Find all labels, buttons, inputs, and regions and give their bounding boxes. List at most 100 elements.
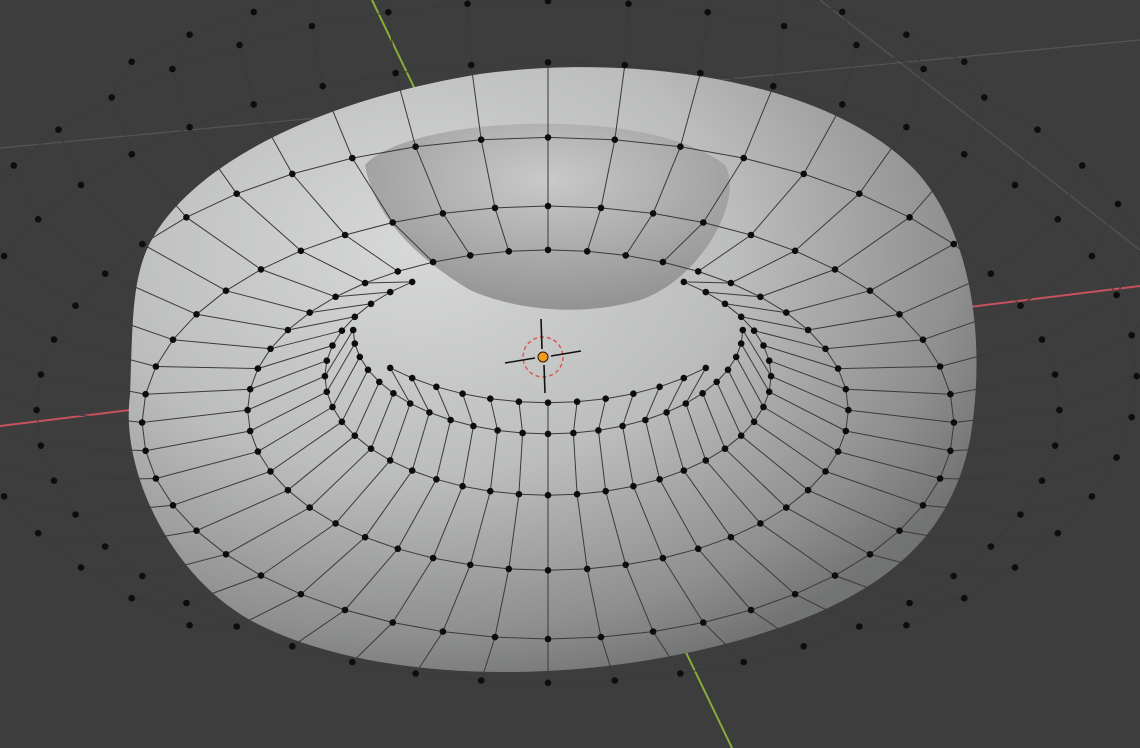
mesh-vertex[interactable] [757, 293, 764, 301]
mesh-vertex[interactable] [142, 447, 149, 455]
mesh-vertex[interactable] [747, 231, 755, 239]
mesh-vertex[interactable] [429, 258, 437, 266]
mesh-vertex[interactable] [630, 390, 637, 398]
mesh-vertex[interactable] [834, 365, 842, 372]
mesh-vertex[interactable] [72, 302, 79, 310]
mesh-vertex[interactable] [1088, 493, 1096, 500]
mesh-vertex[interactable] [702, 288, 710, 296]
mesh-vertex[interactable] [896, 527, 903, 534]
mesh-vertex[interactable] [906, 214, 913, 221]
mesh-vertex[interactable] [297, 590, 305, 598]
mesh-vertex[interactable] [108, 94, 115, 101]
mesh-vertex[interactable] [289, 643, 296, 650]
mesh-vertex[interactable] [682, 400, 690, 407]
mesh-vertex[interactable] [341, 231, 349, 239]
mesh-vertex[interactable] [332, 520, 339, 527]
mesh-vertex[interactable] [364, 366, 372, 374]
mesh-vertex[interactable] [625, 0, 632, 8]
mesh-vertex[interactable] [470, 422, 477, 430]
mesh-vertex[interactable] [386, 364, 394, 372]
mesh-vertex[interactable] [246, 385, 254, 393]
mesh-vertex[interactable] [700, 619, 707, 626]
mesh-vertex[interactable] [308, 22, 316, 30]
mesh-vertex[interactable] [791, 247, 799, 255]
mesh-vertex[interactable] [477, 677, 485, 684]
mesh-vertex[interactable] [1113, 291, 1120, 299]
mesh-vertex[interactable] [760, 403, 767, 411]
mesh-vertex[interactable] [866, 287, 874, 295]
mesh-vertex[interactable] [770, 82, 777, 90]
mesh-vertex[interactable] [338, 327, 346, 335]
mesh-vertex[interactable] [349, 326, 357, 334]
mesh-vertex[interactable] [250, 8, 257, 16]
mesh-vertex[interactable] [544, 246, 552, 254]
mesh-vertex[interactable] [246, 427, 254, 435]
mesh-vertex[interactable] [694, 545, 702, 553]
mesh-vertex[interactable] [447, 416, 454, 424]
mesh-vertex[interactable] [920, 65, 927, 73]
mesh-vertex[interactable] [697, 69, 704, 77]
mesh-vertex[interactable] [804, 326, 812, 334]
mesh-vertex[interactable] [680, 374, 688, 382]
mesh-vertex[interactable] [1034, 126, 1041, 133]
mesh-vertex[interactable] [464, 0, 471, 8]
mesh-vertex[interactable] [367, 445, 375, 453]
mesh-vertex[interactable] [1011, 181, 1019, 189]
mesh-vertex[interactable] [392, 69, 399, 77]
mesh-vertex[interactable] [459, 482, 466, 490]
mesh-vertex[interactable] [732, 353, 740, 361]
mesh-vertex[interactable] [961, 58, 968, 66]
mesh-vertex[interactable] [128, 58, 135, 66]
mesh-vertex[interactable] [459, 390, 466, 398]
mesh-vertex[interactable] [950, 419, 958, 426]
mesh-vertex[interactable] [1051, 442, 1059, 450]
mesh-vertex[interactable] [477, 136, 485, 143]
mesh-vertex[interactable] [267, 345, 274, 353]
mesh-vertex[interactable] [737, 432, 745, 440]
mesh-vertex[interactable] [757, 520, 764, 527]
3d-viewport[interactable] [0, 0, 1140, 748]
mesh-vertex[interactable] [426, 409, 433, 416]
mesh-vertex[interactable] [919, 502, 927, 509]
mesh-vertex[interactable] [34, 529, 42, 537]
mesh-vertex[interactable] [77, 564, 85, 571]
mesh-vertex[interactable] [1038, 477, 1046, 485]
mesh-vertex[interactable] [34, 216, 42, 223]
mesh-vertex[interactable] [602, 395, 609, 403]
mesh-vertex[interactable] [169, 502, 177, 509]
mesh-vertex[interactable] [936, 363, 944, 370]
mesh-vertex[interactable] [467, 252, 474, 259]
mesh-vertex[interactable] [834, 448, 842, 455]
mesh-vertex[interactable] [361, 533, 369, 541]
mesh-vertex[interactable] [77, 181, 85, 189]
mesh-vertex[interactable] [250, 101, 257, 108]
mesh-vertex[interactable] [702, 457, 710, 464]
mesh-vertex[interactable] [573, 490, 581, 498]
mesh-vertex[interactable] [1011, 564, 1019, 571]
mesh-vertex[interactable] [10, 162, 17, 169]
mesh-vertex[interactable] [621, 61, 629, 69]
mesh-vertex[interactable] [169, 65, 176, 73]
mesh-vertex[interactable] [306, 504, 314, 511]
mesh-vertex[interactable] [649, 628, 657, 635]
mesh-vertex[interactable] [406, 400, 414, 407]
mesh-vertex[interactable] [37, 442, 45, 450]
mesh-vertex[interactable] [906, 599, 913, 607]
mesh-vertex[interactable] [622, 252, 629, 259]
mesh-vertex[interactable] [138, 419, 146, 426]
mesh-vertex[interactable] [987, 543, 995, 550]
mesh-vertex[interactable] [367, 300, 375, 308]
mesh-vertex[interactable] [386, 457, 394, 464]
mesh-vertex[interactable] [737, 313, 745, 321]
mesh-vertex[interactable] [323, 357, 331, 365]
mesh-vertex[interactable] [1054, 216, 1062, 223]
mesh-vertex[interactable] [494, 427, 501, 434]
mesh-vertex[interactable] [356, 353, 364, 361]
mesh-vertex[interactable] [351, 432, 359, 440]
mesh-vertex[interactable] [950, 572, 957, 580]
mesh-vertex[interactable] [680, 467, 688, 474]
mesh-vertex[interactable] [361, 279, 369, 287]
mesh-vertex[interactable] [267, 468, 274, 475]
mesh-vertex[interactable] [947, 447, 954, 455]
mesh-vertex[interactable] [704, 8, 711, 16]
